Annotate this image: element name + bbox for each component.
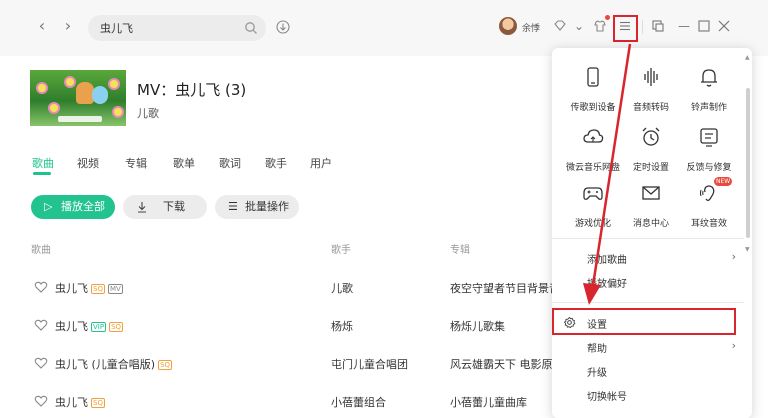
settings-highlight-box [552,308,736,335]
table-row[interactable]: 虫儿飞 SQ 小蓓蕾组合 小蓓蕾儿童曲库 [0,382,552,418]
mail-icon [642,186,660,200]
tab-lyrics[interactable]: 歌词 [219,155,241,171]
menu-add-songs[interactable]: 添加歌曲 › [552,246,744,270]
search-query: 虫儿飞 [100,22,133,35]
minimize-icon[interactable]: — [676,18,692,34]
main-menu-dropdown: 传歌到设备 音频转码 铃声制作 微云音乐网盘 定时设置 反馈与修复 游戏优化 消… [552,48,752,418]
sq-badge: SQ [158,360,173,370]
bell-icon [701,69,717,87]
song-album[interactable]: 风云雄霸天下 电影原声 [450,356,552,372]
menu-upgrade[interactable]: 升级 [552,359,744,383]
username[interactable]: 余悸 [522,21,540,34]
menu-game-optimize[interactable]: 游戏优化 [560,176,626,232]
song-title: 虫儿飞 VIP SQ [55,320,124,333]
scrollbar[interactable] [746,88,750,238]
song-artist[interactable]: 屯门儿童合唱团 [331,356,408,372]
chevron-down-icon[interactable]: ⌄ [571,18,587,34]
mv-artist[interactable]: 儿歌 [137,105,159,121]
menu-audio-transcode[interactable]: 音频转码 [618,60,684,116]
forward-icon[interactable]: › [60,18,76,34]
play-icon: ▷ [44,200,53,213]
heart-icon[interactable] [34,394,48,408]
table-row[interactable]: 虫儿飞 VIP SQ 杨烁 杨烁儿歌集 [0,306,552,344]
tab-playlists[interactable]: 歌单 [173,155,195,171]
phone-icon [587,67,599,87]
song-artist[interactable]: 小蓓蕾组合 [331,394,386,410]
heart-icon[interactable] [34,318,48,332]
song-title: 虫儿飞 (儿童合唱版) SQ [55,358,173,371]
divider [642,20,643,34]
mini-mode-icon[interactable] [650,18,666,34]
sq-badge: SQ [91,284,105,294]
skin-icon[interactable] [592,18,608,34]
divider [552,302,744,303]
download-icon [138,202,146,213]
menu-help[interactable]: 帮助 › [552,335,744,359]
gamepad-icon [583,187,603,200]
cloud-icon [583,129,604,143]
scroll-down-icon[interactable]: ▼ [745,246,750,253]
column-header-album[interactable]: 专辑 [450,241,470,256]
download-button[interactable]: 下载 [123,195,207,219]
tab-users[interactable]: 用户 [310,155,332,171]
tab-albums[interactable]: 专辑 [125,155,147,171]
list-icon: ☰ [228,200,238,213]
menu-highlight-box [613,15,638,42]
table-row[interactable]: 虫儿飞SQMV 儿歌 夜空守望者节目背景音乐 [0,268,552,306]
column-header-song[interactable]: 歌曲 [31,241,51,256]
song-title: 虫儿飞 SQ [55,396,105,409]
heart-icon[interactable] [34,280,48,294]
new-badge: NEW [714,177,733,186]
sq-badge: SQ [91,398,105,408]
mv-badge[interactable]: MV [107,284,123,294]
song-artist[interactable]: 儿歌 [331,280,353,296]
song-title: 虫儿飞 SQ MV [55,282,123,295]
feedback-icon [700,128,718,147]
tab-songs[interactable]: 歌曲 [32,155,54,171]
maximize-icon[interactable] [696,18,712,34]
menu-switch-account[interactable]: 切换帐号 [552,383,744,407]
voice-search-icon[interactable] [276,20,290,34]
table-row[interactable]: 虫儿飞 (儿童合唱版)SQ 屯门儿童合唱团 风云雄霸天下 电影原声 [0,344,552,382]
menu-transfer-to-device[interactable]: 传歌到设备 [560,60,626,116]
play-all-button[interactable]: ▷ 播放全部 [31,195,115,219]
menu-play-preferences[interactable]: 播放偏好 [552,270,744,294]
tab-videos[interactable]: 视频 [77,155,99,171]
menu-feedback-repair[interactable]: 反馈与修复 [676,120,742,176]
chevron-right-icon: › [731,250,736,263]
song-album[interactable]: 夜空守望者节目背景音乐 [450,280,552,296]
menu-ear-sound-effect[interactable]: 耳纹音效 [676,176,742,232]
sq-badge: SQ [109,322,124,332]
song-artist[interactable]: 杨烁 [331,318,353,334]
mv-thumbnail[interactable] [30,70,126,126]
search-icon[interactable] [244,21,258,35]
song-album[interactable]: 小蓓蕾儿童曲库 [450,394,552,410]
active-tab-indicator [33,172,51,175]
menu-timer-settings[interactable]: 定时设置 [618,120,684,176]
back-icon[interactable]: ‹ [34,18,50,34]
menu-weiyun-drive[interactable]: 微云音乐网盘 [560,120,626,176]
scroll-up-icon[interactable]: ▲ [745,54,750,61]
heart-icon[interactable] [34,356,48,370]
search-input[interactable]: 虫儿飞 [88,15,266,41]
vip-badge: VIP [91,322,107,332]
notification-dot [605,15,610,20]
diamond-icon[interactable] [552,18,568,34]
mv-title[interactable]: MV：虫儿飞 (3) [137,79,246,100]
batch-operation-button[interactable]: ☰ 批量操作 [215,195,299,219]
alarm-clock-icon [642,127,660,146]
close-icon[interactable] [716,18,732,34]
menu-message-center[interactable]: 消息中心 [618,176,684,232]
song-album[interactable]: 杨烁儿歌集 [450,318,552,334]
audio-wave-icon [644,68,658,86]
column-header-artist[interactable]: 歌手 [331,241,351,256]
chevron-right-icon: › [731,339,736,352]
avatar[interactable] [499,17,517,35]
menu-ringtone-maker[interactable]: 铃声制作 [676,60,742,116]
tab-artists[interactable]: 歌手 [265,155,287,171]
divider [552,238,744,239]
